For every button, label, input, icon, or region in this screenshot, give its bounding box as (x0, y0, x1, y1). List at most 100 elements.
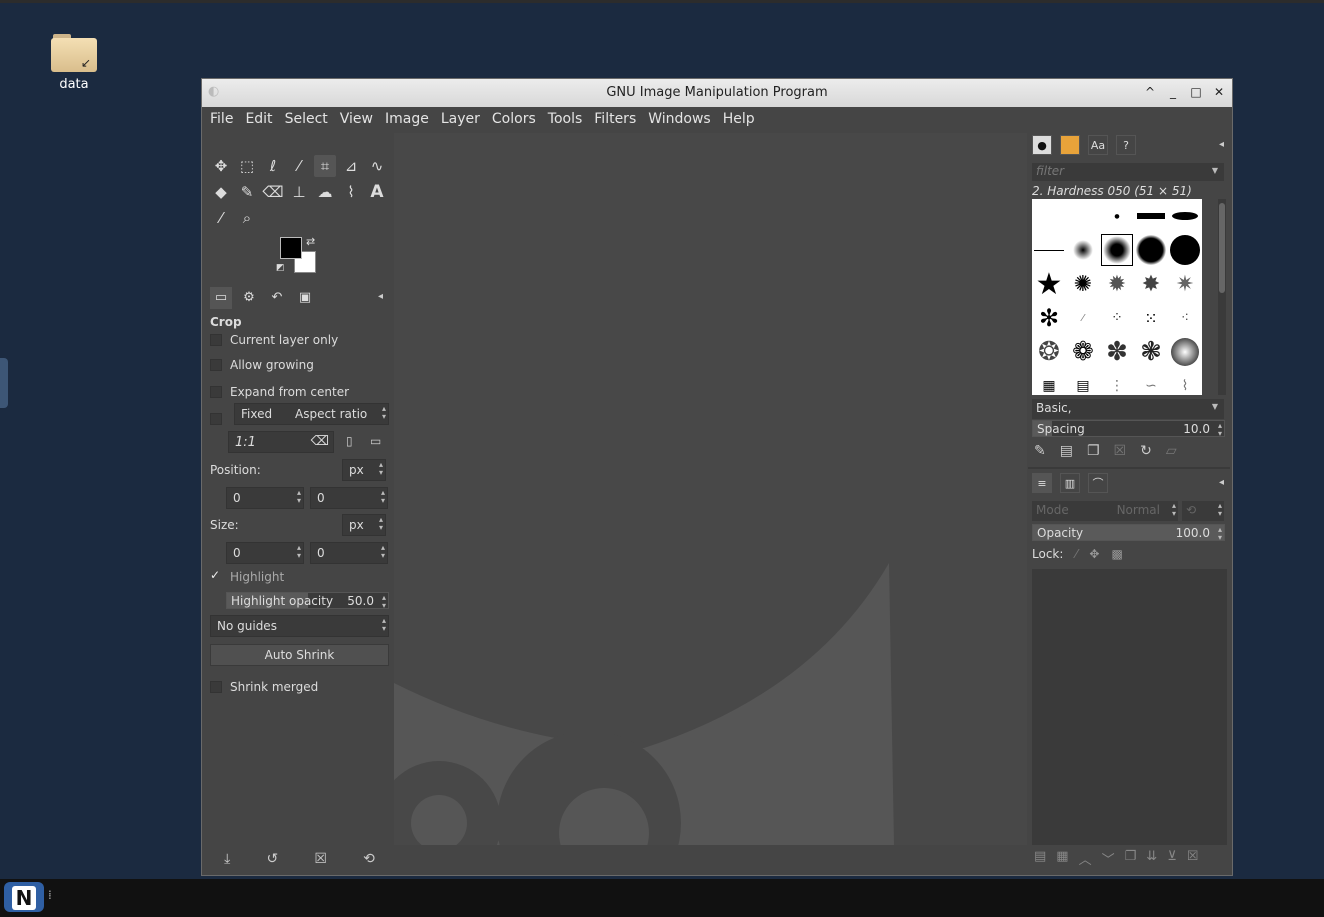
layer-mode-select[interactable]: Mode Normal ▴ ▾ (1032, 501, 1178, 521)
brush-item[interactable] (1168, 199, 1202, 233)
brush-item[interactable]: ✺ (1066, 267, 1100, 301)
brush-item[interactable] (1134, 199, 1168, 233)
brush-item[interactable] (1168, 335, 1202, 369)
configure-tab-icon[interactable]: ◂ (1219, 139, 1224, 150)
lock-position-icon[interactable]: ✥ (1089, 547, 1099, 561)
brush-item-selected[interactable] (1100, 233, 1134, 267)
layer-mode-reset[interactable]: ⟲ ▴ ▾ (1182, 501, 1224, 521)
new-layer-group-icon[interactable]: ▦ (1056, 849, 1068, 868)
restore-options-icon[interactable]: ↺ (266, 851, 278, 867)
brush-item[interactable]: ⁄ (1066, 301, 1100, 335)
image-canvas[interactable] (394, 133, 1027, 845)
allow-growing-option[interactable]: Allow growing (210, 358, 314, 372)
brush-grid[interactable]: ● ★ ✺ ✹ ✸ ✷ ✻ ⁄ ⁘ ⁙ ⁖ ❂ ❁ ✽ ❃ ▦ ▤ ⋮ ∽ ⌇ (1032, 199, 1202, 395)
delete-layer-icon[interactable]: ☒ (1187, 849, 1199, 868)
taskbar-grip-icon[interactable]: ⁞ (48, 888, 52, 902)
transform-tool-icon[interactable]: ⊿ (340, 155, 362, 177)
layers-tab-icon[interactable]: ≡ (1032, 473, 1052, 493)
menu-view[interactable]: View (334, 107, 379, 133)
menu-help[interactable]: Help (717, 107, 761, 133)
menu-windows[interactable]: Windows (642, 107, 717, 133)
desktop-folder-data[interactable]: ↙ data (44, 32, 104, 92)
landscape-icon[interactable]: ▭ (370, 434, 381, 448)
brush-item[interactable] (1066, 199, 1100, 233)
shade-button[interactable]: ^ (1143, 84, 1157, 100)
brush-item[interactable] (1032, 233, 1066, 267)
brush-item[interactable]: ★ (1032, 267, 1066, 302)
allow-growing-checkbox[interactable] (210, 359, 222, 371)
brush-item[interactable]: ✷ (1168, 267, 1202, 301)
undo-history-tab-icon[interactable]: ↶ (266, 287, 288, 309)
warp-tool-icon[interactable]: ∿ (366, 155, 388, 177)
brush-item[interactable]: ✹ (1100, 267, 1134, 301)
brush-item[interactable]: ✻ (1032, 301, 1066, 335)
fg-bg-colors[interactable]: ⇄ ◩ (276, 235, 322, 277)
lower-layer-icon[interactable]: ﹀ (1102, 849, 1115, 868)
raise-layer-icon[interactable]: ︿ (1079, 849, 1092, 868)
duplicate-brush-icon[interactable]: ❐ (1087, 443, 1100, 459)
expand-from-center-checkbox[interactable] (210, 386, 222, 398)
reset-options-icon[interactable]: ⟲ (363, 851, 375, 867)
delete-brush-icon[interactable]: ☒ (1114, 443, 1127, 459)
shrink-merged-checkbox[interactable] (210, 681, 222, 693)
brush-item[interactable] (1168, 233, 1202, 267)
brush-item[interactable]: ▦ (1032, 369, 1066, 395)
duplicate-layer-icon[interactable]: ❐ (1125, 849, 1137, 868)
side-panel-handle[interactable] (0, 358, 8, 408)
paths-tab-icon[interactable]: ⌒ (1088, 473, 1108, 493)
fixed-mode-select[interactable]: Fixed Aspect ratio ▴ ▾ (234, 403, 389, 425)
shrink-merged-option[interactable]: Shrink merged (210, 680, 318, 694)
color-picker-tool-icon[interactable]: ⁄ (210, 207, 232, 229)
bucket-fill-tool-icon[interactable]: ◆ (210, 181, 232, 203)
edit-brush-icon[interactable]: ✎ (1034, 443, 1046, 459)
rect-select-tool-icon[interactable]: ⬚ (236, 155, 258, 177)
clone-tool-icon[interactable]: ⊥ (288, 181, 310, 203)
size-h-input[interactable]: 0 ▴ ▾ (310, 542, 388, 564)
configure-tab-icon[interactable]: ◂ (1219, 477, 1224, 488)
fixed-option[interactable] (210, 413, 230, 425)
brush-item[interactable] (1032, 199, 1066, 233)
brushes-tab-icon[interactable]: ● (1032, 135, 1052, 155)
start-menu-button[interactable]: N (4, 882, 44, 912)
tool-options-tab-icon[interactable]: ▭ (210, 287, 232, 309)
text-tool-icon[interactable]: A (366, 181, 388, 203)
brush-item[interactable]: ❃ (1134, 335, 1168, 369)
size-w-input[interactable]: 0 ▴ ▾ (226, 542, 304, 564)
menu-file[interactable]: File (204, 107, 239, 133)
highlight-checkbox[interactable] (210, 568, 222, 583)
menu-filters[interactable]: Filters (588, 107, 642, 133)
smudge-tool-icon[interactable]: ☁ (314, 181, 336, 203)
brush-item[interactable]: ⋮ (1100, 369, 1134, 395)
fonts-tab-icon[interactable]: Aa (1088, 135, 1108, 155)
guides-select[interactable]: No guides ▴ ▾ (210, 615, 389, 637)
fixed-checkbox[interactable] (210, 413, 222, 425)
reset-colors-icon[interactable]: ◩ (276, 263, 285, 273)
minimize-button[interactable]: _ (1166, 84, 1180, 100)
brush-item[interactable]: ⁘ (1100, 301, 1134, 335)
layers-list[interactable] (1032, 569, 1227, 845)
brush-item[interactable] (1134, 233, 1168, 267)
zoom-tool-icon[interactable]: ⌕ (236, 207, 258, 229)
brush-item[interactable] (1066, 233, 1100, 267)
brush-item[interactable]: ⁖ (1168, 301, 1202, 335)
close-button[interactable]: ✕ (1212, 84, 1226, 100)
position-x-input[interactable]: 0 ▴ ▾ (226, 487, 304, 509)
brush-filter-input[interactable]: filter ▼ (1032, 163, 1224, 181)
open-brush-as-image-icon[interactable]: ▱ (1166, 443, 1177, 459)
highlight-option[interactable]: Highlight (210, 568, 284, 584)
new-brush-icon[interactable]: ▤ (1060, 443, 1073, 459)
brush-item[interactable]: ⁙ (1134, 301, 1168, 335)
title-bar[interactable]: ◐ GNU Image Manipulation Program ^ _ □ ✕ (202, 79, 1232, 107)
maximize-button[interactable]: □ (1189, 84, 1203, 100)
lock-pixels-icon[interactable]: ⁄ (1075, 547, 1077, 561)
current-layer-only-checkbox[interactable] (210, 334, 222, 346)
spacing-slider[interactable]: Spacing 10.0 ▴ ▾ (1032, 420, 1225, 438)
paths-tool-icon[interactable]: ⌇ (340, 181, 362, 203)
channels-tab-icon[interactable]: ▥ (1060, 473, 1080, 493)
highlight-opacity-slider[interactable]: Highlight opacity 50.0 ▴ ▾ (226, 592, 389, 610)
eraser-tool-icon[interactable]: ⌫ (262, 181, 284, 203)
layer-opacity-slider[interactable]: Opacity 100.0 ▴ ▾ (1032, 524, 1225, 542)
anchor-layer-icon[interactable]: ⇊ (1146, 849, 1157, 868)
help-tab-icon[interactable]: ? (1116, 135, 1136, 155)
expand-from-center-option[interactable]: Expand from center (210, 385, 349, 399)
